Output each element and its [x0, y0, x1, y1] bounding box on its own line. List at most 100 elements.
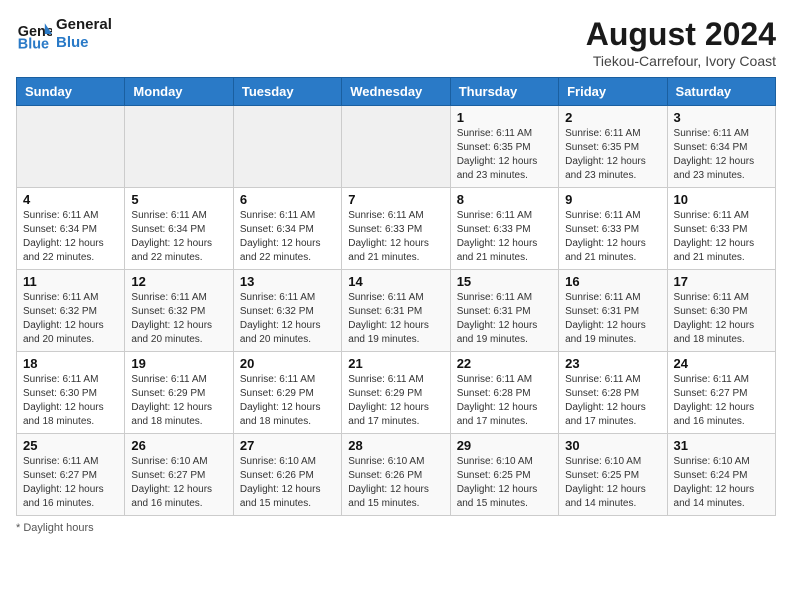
week-row-4: 18Sunrise: 6:11 AMSunset: 6:30 PMDayligh…: [17, 352, 776, 434]
svg-text:Blue: Blue: [18, 36, 49, 52]
day-info: Sunrise: 6:11 AMSunset: 6:32 PMDaylight:…: [240, 291, 335, 347]
day-number: 14: [348, 274, 443, 289]
day-cell: 28 Sunrise: 6:10 AMSunset: 6:26 PMDayligh…: [342, 434, 450, 516]
day-cell: 11 Sunrise: 6:11 AMSunset: 6:32 PMDayligh…: [17, 270, 125, 352]
day-cell: [233, 106, 341, 188]
day-number: 11: [23, 274, 118, 289]
day-number: 16: [565, 274, 660, 289]
day-cell: 10 Sunrise: 6:11 AMSunset: 6:33 PMDayligh…: [667, 188, 775, 270]
day-info: Sunrise: 6:11 AMSunset: 6:30 PMDaylight:…: [674, 291, 769, 347]
day-cell: 7 Sunrise: 6:11 AMSunset: 6:33 PMDaylight…: [342, 188, 450, 270]
day-info: Sunrise: 6:11 AMSunset: 6:29 PMDaylight:…: [131, 373, 226, 429]
col-header-thursday: Thursday: [450, 78, 558, 106]
day-cell: [125, 106, 233, 188]
day-cell: 6Sunrise: 6:11 AMSunset: 6:34 PMDaylight…: [233, 188, 341, 270]
col-header-monday: Monday: [125, 78, 233, 106]
day-number: 31: [674, 438, 769, 453]
month-year: August 2024: [586, 16, 776, 53]
day-cell: 30Sunrise: 6:10 AMSunset: 6:25 PMDayligh…: [559, 434, 667, 516]
day-cell: 2 Sunrise: 6:11 AMSunset: 6:35 PMDaylight…: [559, 106, 667, 188]
day-info: Sunrise: 6:11 AMSunset: 6:34 PMDaylight:…: [240, 209, 335, 265]
week-row-3: 11 Sunrise: 6:11 AMSunset: 6:32 PMDayligh…: [17, 270, 776, 352]
day-cell: 4 Sunrise: 6:11 AMSunset: 6:34 PMDaylight…: [17, 188, 125, 270]
logo: General Blue General Blue: [16, 16, 112, 52]
header: General Blue General Blue August 2024 Ti…: [16, 16, 776, 69]
day-cell: [17, 106, 125, 188]
day-cell: 24 Sunrise: 6:11 AMSunset: 6:27 PMDayligh…: [667, 352, 775, 434]
day-number: 24: [674, 356, 769, 371]
day-info: Sunrise: 6:11 AMSunset: 6:33 PMDaylight:…: [674, 209, 769, 265]
day-number: 7: [348, 192, 443, 207]
logo-general: General: [56, 16, 112, 34]
day-number: 28: [348, 438, 443, 453]
day-cell: 22Sunrise: 6:11 AMSunset: 6:28 PMDayligh…: [450, 352, 558, 434]
day-info: Sunrise: 6:11 AMSunset: 6:32 PMDaylight:…: [23, 291, 118, 347]
day-cell: 23 Sunrise: 6:11 AMSunset: 6:28 PMDayligh…: [559, 352, 667, 434]
day-cell: 13 Sunrise: 6:11 AMSunset: 6:32 PMDayligh…: [233, 270, 341, 352]
col-header-saturday: Saturday: [667, 78, 775, 106]
day-number: 5: [131, 192, 226, 207]
day-number: 29: [457, 438, 552, 453]
day-info: Sunrise: 6:11 AMSunset: 6:35 PMDaylight:…: [565, 127, 660, 183]
day-number: 25: [23, 438, 118, 453]
day-info: Sunrise: 6:11 AMSunset: 6:28 PMDaylight:…: [457, 373, 552, 429]
col-header-wednesday: Wednesday: [342, 78, 450, 106]
day-cell: 21 Sunrise: 6:11 AMSunset: 6:29 PMDayligh…: [342, 352, 450, 434]
title-area: August 2024 Tiekou-Carrefour, Ivory Coas…: [586, 16, 776, 69]
daylight-label: Daylight hours: [23, 522, 93, 534]
day-cell: 12 Sunrise: 6:11 AMSunset: 6:32 PMDayligh…: [125, 270, 233, 352]
day-number: 10: [674, 192, 769, 207]
day-info: Sunrise: 6:11 AMSunset: 6:31 PMDaylight:…: [348, 291, 443, 347]
col-header-friday: Friday: [559, 78, 667, 106]
day-number: 13: [240, 274, 335, 289]
day-info: Sunrise: 6:10 AMSunset: 6:25 PMDaylight:…: [457, 455, 552, 511]
day-number: 1: [457, 110, 552, 125]
day-number: 3: [674, 110, 769, 125]
day-info: Sunrise: 6:11 AMSunset: 6:33 PMDaylight:…: [457, 209, 552, 265]
day-cell: 26 Sunrise: 6:10 AMSunset: 6:27 PMDayligh…: [125, 434, 233, 516]
day-cell: 27 Sunrise: 6:10 AMSunset: 6:26 PMDayligh…: [233, 434, 341, 516]
day-info: Sunrise: 6:10 AMSunset: 6:24 PMDaylight:…: [674, 455, 769, 511]
day-info: Sunrise: 6:11 AMSunset: 6:34 PMDaylight:…: [674, 127, 769, 183]
week-row-5: 25 Sunrise: 6:11 AMSunset: 6:27 PMDayligh…: [17, 434, 776, 516]
day-info: Sunrise: 6:11 AMSunset: 6:34 PMDaylight:…: [131, 209, 226, 265]
day-number: 2: [565, 110, 660, 125]
day-cell: 17 Sunrise: 6:11 AMSunset: 6:30 PMDayligh…: [667, 270, 775, 352]
day-cell: 19 Sunrise: 6:11 AMSunset: 6:29 PMDayligh…: [125, 352, 233, 434]
day-cell: 18Sunrise: 6:11 AMSunset: 6:30 PMDayligh…: [17, 352, 125, 434]
day-info: Sunrise: 6:11 AMSunset: 6:32 PMDaylight:…: [131, 291, 226, 347]
day-info: Sunrise: 6:10 AMSunset: 6:26 PMDaylight:…: [240, 455, 335, 511]
day-number: 17: [674, 274, 769, 289]
day-info: Sunrise: 6:10 AMSunset: 6:27 PMDaylight:…: [131, 455, 226, 511]
day-info: Sunrise: 6:11 AMSunset: 6:34 PMDaylight:…: [23, 209, 118, 265]
col-header-tuesday: Tuesday: [233, 78, 341, 106]
location: Tiekou-Carrefour, Ivory Coast: [586, 53, 776, 69]
day-info: Sunrise: 6:11 AMSunset: 6:31 PMDaylight:…: [457, 291, 552, 347]
day-number: 4: [23, 192, 118, 207]
day-info: Sunrise: 6:11 AMSunset: 6:29 PMDaylight:…: [348, 373, 443, 429]
day-info: Sunrise: 6:11 AMSunset: 6:28 PMDaylight:…: [565, 373, 660, 429]
day-cell: 9 Sunrise: 6:11 AMSunset: 6:33 PMDaylight…: [559, 188, 667, 270]
week-row-1: 1 Sunrise: 6:11 AMSunset: 6:35 PMDaylight…: [17, 106, 776, 188]
day-number: 23: [565, 356, 660, 371]
day-number: 27: [240, 438, 335, 453]
calendar-header-row: SundayMondayTuesdayWednesdayThursdayFrid…: [17, 78, 776, 106]
day-number: 15: [457, 274, 552, 289]
day-info: Sunrise: 6:11 AMSunset: 6:27 PMDaylight:…: [674, 373, 769, 429]
day-info: Sunrise: 6:11 AMSunset: 6:33 PMDaylight:…: [348, 209, 443, 265]
day-number: 26: [131, 438, 226, 453]
day-cell: 3 Sunrise: 6:11 AMSunset: 6:34 PMDaylight…: [667, 106, 775, 188]
day-number: 9: [565, 192, 660, 207]
day-info: Sunrise: 6:11 AMSunset: 6:27 PMDaylight:…: [23, 455, 118, 511]
day-cell: 5 Sunrise: 6:11 AMSunset: 6:34 PMDaylight…: [125, 188, 233, 270]
col-header-sunday: Sunday: [17, 78, 125, 106]
day-cell: 8Sunrise: 6:11 AMSunset: 6:33 PMDaylight…: [450, 188, 558, 270]
day-number: 19: [131, 356, 226, 371]
day-cell: 1Sunrise: 6:11 AMSunset: 6:35 PMDaylight…: [450, 106, 558, 188]
logo-blue: Blue: [56, 34, 112, 52]
day-info: Sunrise: 6:11 AMSunset: 6:33 PMDaylight:…: [565, 209, 660, 265]
day-number: 21: [348, 356, 443, 371]
day-number: 30: [565, 438, 660, 453]
day-number: 12: [131, 274, 226, 289]
day-info: Sunrise: 6:10 AMSunset: 6:26 PMDaylight:…: [348, 455, 443, 511]
